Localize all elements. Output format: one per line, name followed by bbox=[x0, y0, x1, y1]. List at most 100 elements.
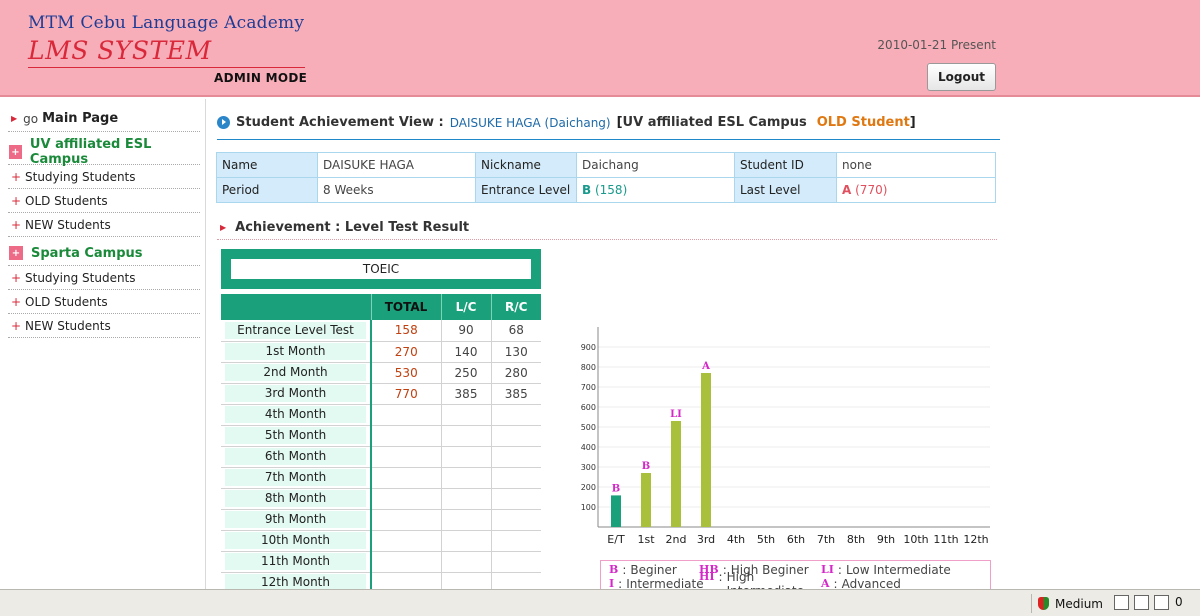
level-chart: 100 200 300 400 500 600 700 800 900 E/T B 1st B 2nd LI… bbox=[581, 327, 990, 546]
rc-score: 130 bbox=[491, 341, 541, 363]
total-score: 270 bbox=[370, 341, 442, 363]
test-name-box: TOEIC bbox=[221, 249, 541, 289]
x-tick-label: 12th bbox=[963, 533, 988, 546]
rc-score bbox=[491, 446, 541, 468]
table-row: 6th Month bbox=[221, 446, 541, 468]
go-label: go bbox=[23, 111, 39, 126]
lc-score: 140 bbox=[441, 341, 492, 363]
y-tick-label: 900 bbox=[581, 343, 596, 352]
table-row: 4th Month bbox=[221, 404, 541, 426]
x-tick-label: 8th bbox=[847, 533, 865, 546]
total-score: 158 bbox=[370, 320, 442, 342]
y-tick-label: 100 bbox=[581, 503, 596, 512]
plus-icon: + bbox=[11, 193, 22, 208]
lc-score bbox=[441, 530, 492, 552]
table-row: 9th Month bbox=[221, 509, 541, 531]
sidebar-item-uv-new[interactable]: + NEW Students bbox=[8, 213, 200, 237]
campus-name: UV affiliated ESL Campus bbox=[622, 115, 807, 130]
last-grade: A bbox=[842, 183, 852, 197]
nickname-value: Daichang bbox=[576, 152, 735, 178]
legend-separator: : bbox=[837, 563, 842, 577]
security-level-label: Medium bbox=[1055, 596, 1103, 611]
admin-mode-label: ADMIN MODE bbox=[214, 71, 308, 85]
month-label-cell: 3rd Month bbox=[221, 383, 371, 405]
month-label: 9th Month bbox=[225, 511, 366, 528]
achievement-title-label: Achievement : Level Test Result bbox=[235, 220, 470, 235]
x-tick-label: 1st bbox=[637, 533, 655, 546]
month-label-cell: 5th Month bbox=[221, 425, 371, 447]
sidebar: ▶ go Main Page + UV affiliated ESL Campu… bbox=[0, 99, 206, 589]
legend-item: B: Beginer bbox=[609, 563, 699, 577]
month-label: Entrance Level Test bbox=[225, 321, 366, 339]
table-row: 5th Month bbox=[221, 425, 541, 447]
month-label: 2nd Month bbox=[225, 364, 366, 381]
campus-sparta[interactable]: + Sparta Campus bbox=[8, 241, 200, 266]
entrance-grade: B bbox=[582, 183, 592, 197]
main-page-link[interactable]: ▶ go Main Page bbox=[8, 106, 200, 132]
bar bbox=[641, 473, 651, 527]
month-label: 10th Month bbox=[225, 532, 366, 549]
col-header-blank bbox=[221, 294, 371, 320]
sidebar-item-sparta-studying[interactable]: + Studying Students bbox=[8, 266, 200, 290]
y-tick-label: 700 bbox=[581, 383, 596, 392]
plus-icon: + bbox=[11, 169, 22, 184]
brand-underline bbox=[28, 67, 305, 68]
col-header-rc: R/C bbox=[490, 294, 541, 320]
month-label-cell: 6th Month bbox=[221, 446, 371, 468]
plus-icon: + bbox=[11, 270, 22, 285]
rc-score bbox=[491, 509, 541, 531]
sidebar-item-uv-old[interactable]: + OLD Students bbox=[8, 189, 200, 213]
x-tick-label: 10th bbox=[903, 533, 928, 546]
arrow-right-icon: ▶ bbox=[11, 114, 18, 123]
last-score: (770) bbox=[855, 183, 888, 197]
circle-arrow-icon bbox=[217, 116, 230, 129]
shield-icon bbox=[1038, 597, 1050, 610]
month-label-cell: 1st Month bbox=[221, 341, 371, 363]
month-label-cell: 2nd Month bbox=[221, 362, 371, 384]
y-tick-label: 800 bbox=[581, 363, 596, 372]
total-score bbox=[370, 404, 442, 426]
name-value: DAISUKE HAGA bbox=[317, 152, 476, 178]
month-label: 3rd Month bbox=[225, 385, 366, 402]
total-score bbox=[370, 509, 442, 531]
plus-icon: + bbox=[11, 217, 22, 232]
bar bbox=[671, 421, 681, 527]
browser-status-bar: Medium 0 bbox=[0, 589, 1200, 616]
student-id-label: Student ID bbox=[734, 152, 837, 178]
sidebar-item-sparta-old[interactable]: + OLD Students bbox=[8, 290, 200, 314]
sidebar-item-label: Studying Students bbox=[25, 169, 136, 184]
sidebar-item-sparta-new[interactable]: + NEW Students bbox=[8, 314, 200, 338]
security-zone[interactable]: Medium bbox=[1031, 594, 1103, 613]
total-score bbox=[370, 467, 442, 489]
rc-score bbox=[491, 467, 541, 489]
achievement-divider bbox=[217, 239, 997, 240]
title-divider bbox=[217, 139, 1000, 140]
logout-button[interactable]: Logout bbox=[927, 63, 996, 91]
arrow-icon[interactable] bbox=[1134, 595, 1149, 610]
legend-separator: : bbox=[622, 563, 627, 577]
last-level-value: A (770) bbox=[836, 177, 996, 203]
entrance-level-label: Entrance Level bbox=[475, 177, 577, 203]
campus-uv-esl[interactable]: + UV affiliated ESL Campus bbox=[8, 137, 200, 167]
nickname-label: Nickname bbox=[475, 152, 577, 178]
month-label: 6th Month bbox=[225, 448, 366, 465]
edit-icon[interactable] bbox=[1114, 595, 1129, 610]
period-value: 8 Weeks bbox=[317, 177, 476, 203]
sidebar-item-uv-studying[interactable]: + Studying Students bbox=[8, 165, 200, 189]
x-tick-label: 9th bbox=[877, 533, 895, 546]
legend-item: LI: Low Intermediate bbox=[821, 563, 971, 577]
rc-score bbox=[491, 551, 541, 573]
bar bbox=[701, 373, 711, 527]
score-table: TOTAL L/C R/C Entrance Level Test 158 90 68… bbox=[221, 294, 541, 594]
y-tick-label: 200 bbox=[581, 483, 596, 492]
last-level-label: Last Level bbox=[734, 177, 837, 203]
x-tick-label: 5th bbox=[757, 533, 775, 546]
month-label: 8th Month bbox=[225, 490, 366, 507]
sidebar-item-label: OLD Students bbox=[25, 294, 108, 309]
pages-icon[interactable] bbox=[1154, 595, 1169, 610]
month-label: 5th Month bbox=[225, 427, 366, 444]
student-name-link[interactable]: DAISUKE HAGA (Daichang) bbox=[450, 116, 611, 130]
col-header-lc: L/C bbox=[440, 294, 491, 320]
x-tick-label: 6th bbox=[787, 533, 805, 546]
y-tick-label: 300 bbox=[581, 463, 596, 472]
